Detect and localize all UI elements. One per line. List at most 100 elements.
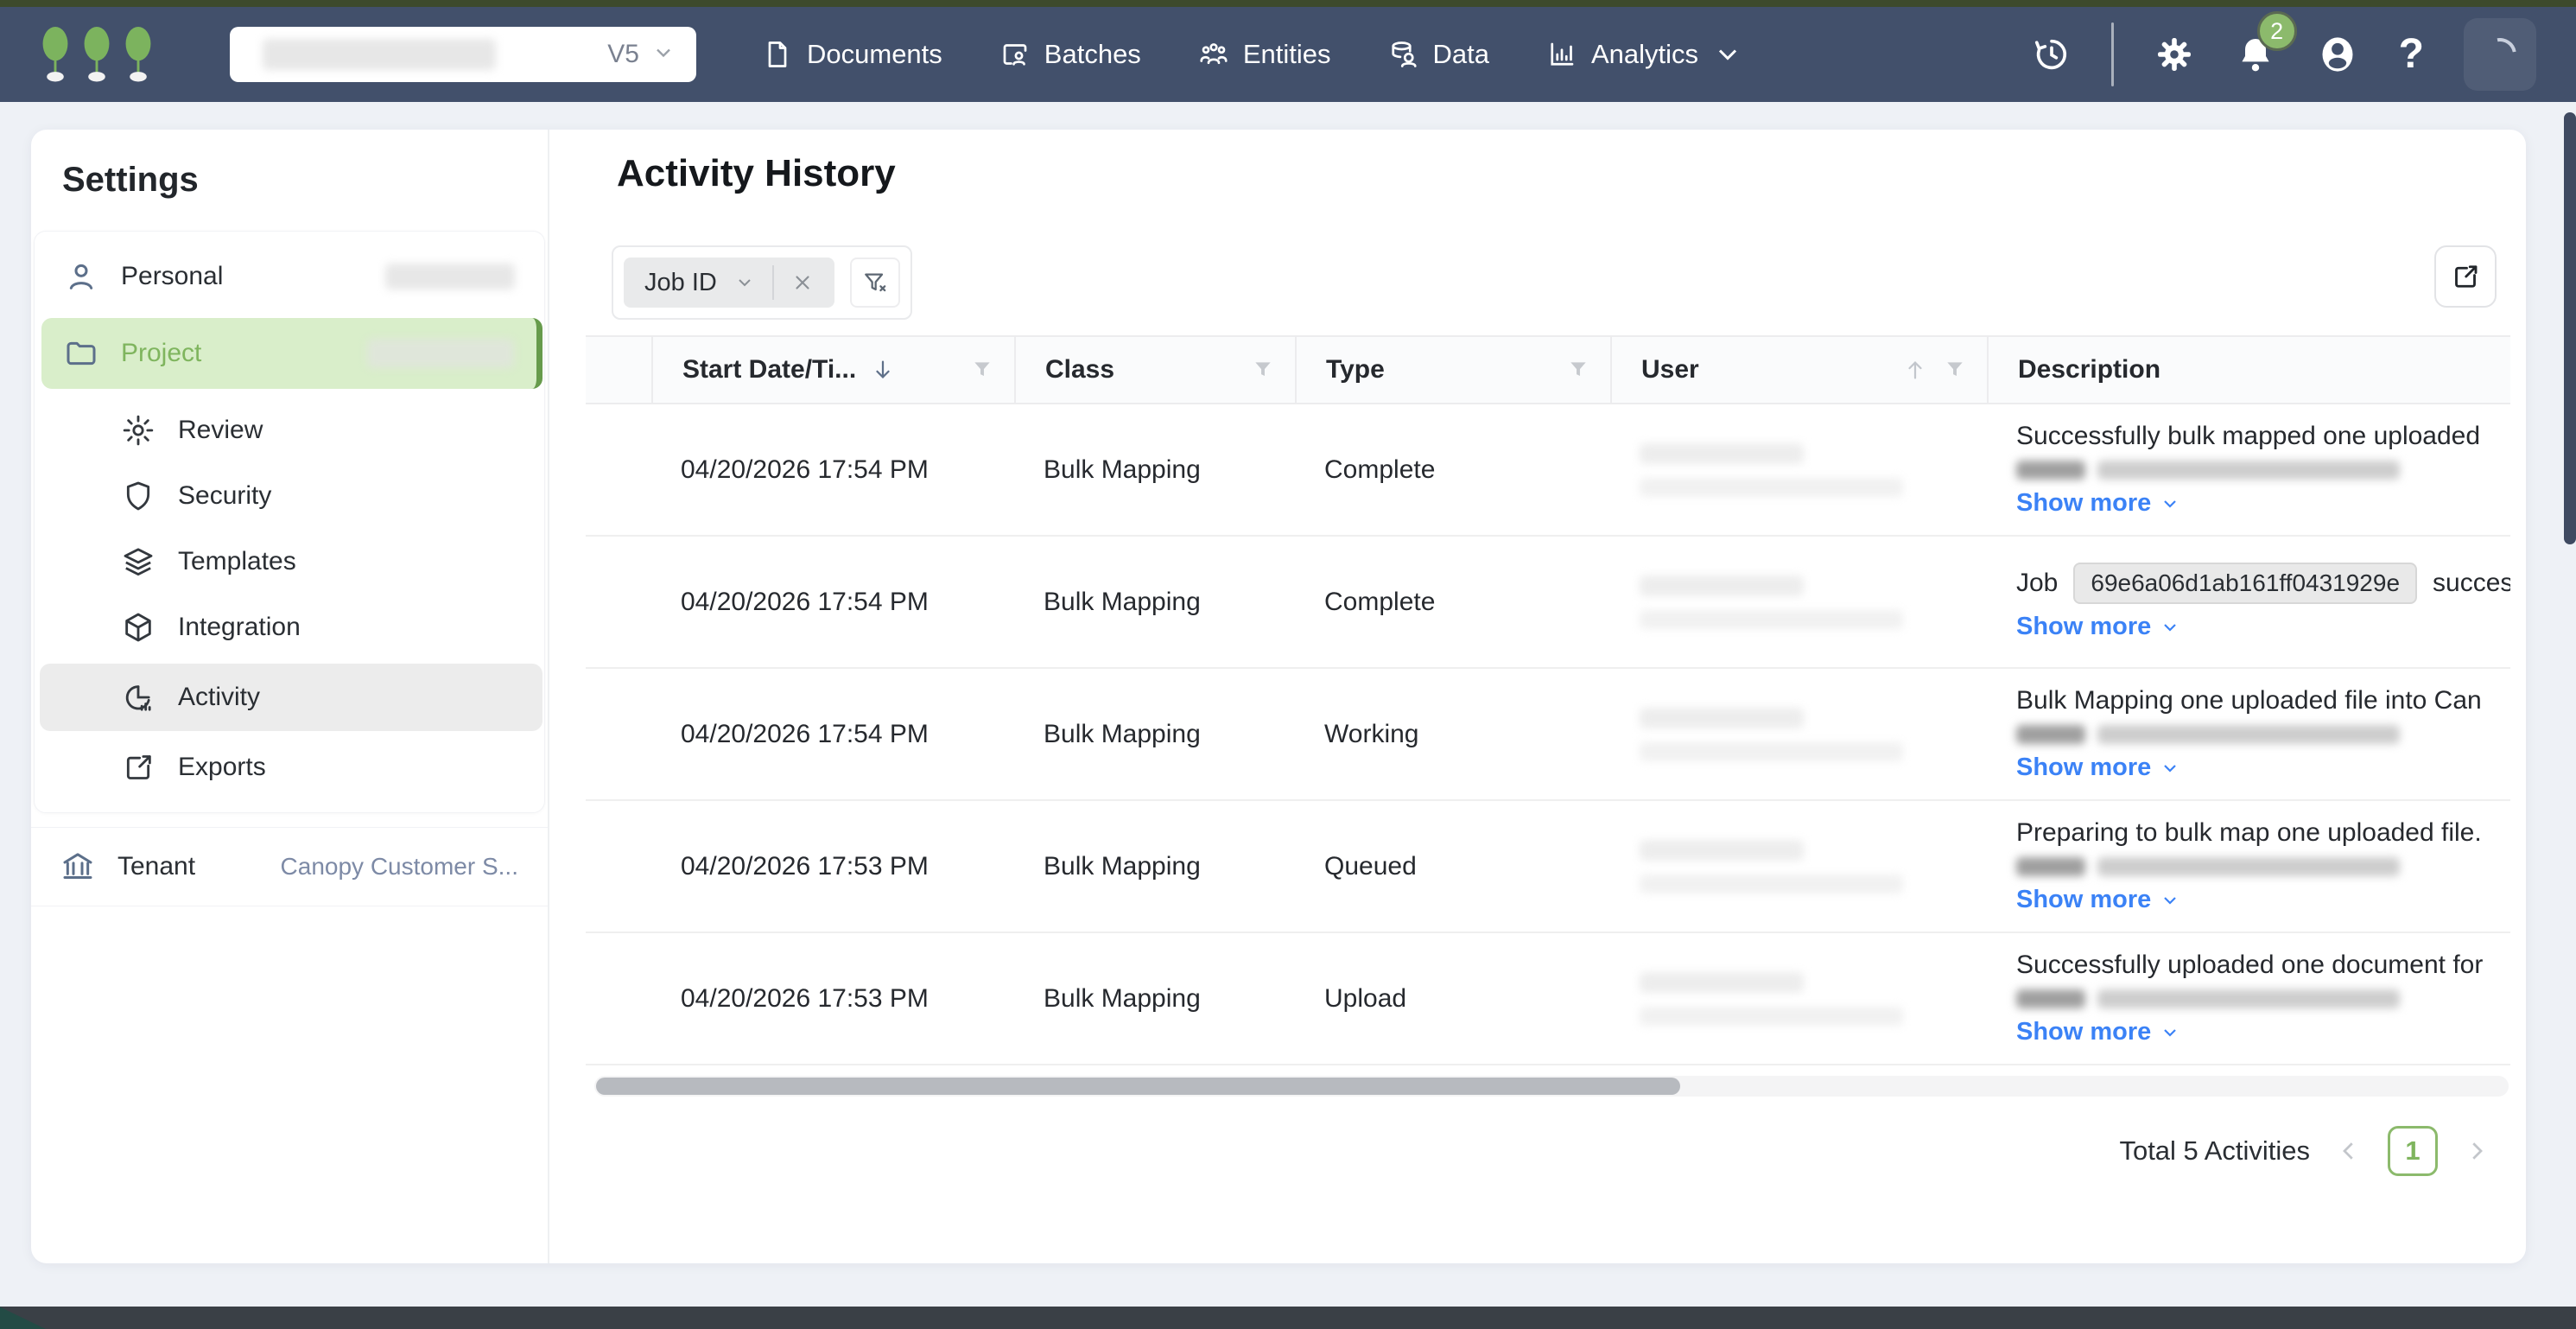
active-filters: Job ID [612,245,912,320]
sidebar-item-security[interactable]: Security [35,463,544,529]
header-type[interactable]: Type [1295,337,1610,403]
cell-class: Bulk Mapping [1044,455,1201,484]
filter-field-label: Job ID [644,268,717,296]
top-navbar: V5 Documents Batches Entities Data Analy… [0,7,2576,102]
header-indent [586,337,651,403]
person-icon [69,264,93,289]
filter-funnel-icon[interactable] [1944,359,1966,381]
cube-icon [125,613,151,642]
filter-funnel-icon[interactable] [1567,359,1589,381]
cell-start-date: 04/20/2026 17:53 PM [681,983,929,1013]
cell-type: Queued [1324,851,1417,881]
gear-icon[interactable] [2154,34,2195,75]
account-icon[interactable] [2316,33,2359,76]
cell-user [1610,707,1987,761]
export-icon [126,755,151,779]
bank-icon [63,853,92,879]
horizontal-scrollbar[interactable] [594,1076,2509,1097]
clear-filters-button[interactable] [849,258,900,308]
analytics-icon [1551,42,1574,66]
cell-user [1610,839,1987,893]
page-number-button[interactable]: 1 [2388,1126,2438,1176]
filter-clear-icon [865,273,886,292]
toolbar: Job ID [586,245,2510,320]
notification-badge: 2 [2256,11,2297,51]
next-page-button[interactable] [2464,1138,2490,1164]
cell-description: Preparing to bulk map one uploaded file.… [1987,818,2510,914]
history-icon[interactable] [2032,35,2072,74]
sidebar-item-label: Tenant [117,852,196,881]
cell-description: Bulk Mapping one uploaded file into Can … [1987,686,2510,782]
show-more-link[interactable]: Show more [2016,613,2510,641]
chevron-down-icon [1718,49,1737,60]
table-row: 04/20/2026 17:53 PM Bulk Mapping Queued … [586,801,2510,933]
batches-icon [1003,44,1027,66]
redacted-detail-label [2016,725,2085,744]
column-label: Start Date/Ti... [682,355,857,384]
chevron-down-icon [2164,1028,2177,1037]
header-description[interactable]: Description [1987,337,2510,403]
help-icon[interactable]: ? [2399,34,2424,75]
page-scrollbar-thumb[interactable] [2564,112,2576,544]
pagination: Total 5 Activities 1 [586,1126,2510,1176]
export-activities-button[interactable] [2434,245,2497,308]
close-icon[interactable] [791,271,814,294]
sidebar-item-activity[interactable]: Activity [40,664,542,731]
chevron-down-icon [2164,764,2177,773]
sidebar-item-templates[interactable]: Templates [35,529,544,595]
canopy-logo[interactable] [40,26,154,83]
filter-chip-job-id[interactable]: Job ID [624,258,834,308]
previous-page-button[interactable] [2336,1138,2362,1164]
table-row: 04/20/2026 17:54 PM Bulk Mapping Complet… [586,404,2510,537]
show-more-link[interactable]: Show more [2016,886,2510,914]
sidebar-item-review[interactable]: Review [35,397,544,463]
notifications-button[interactable]: 2 [2235,11,2297,75]
job-id-chip: 69e6a06d1ab161ff0431929e [2073,563,2418,604]
cell-class: Bulk Mapping [1044,983,1201,1013]
sidebar-item-integration[interactable]: Integration [35,595,544,660]
loading-tile[interactable] [2464,18,2536,91]
show-more-link[interactable]: Show more [2016,754,2510,782]
nav-label: Documents [807,39,942,69]
redacted-detail-value [2097,461,2400,480]
cell-type: Upload [1324,983,1407,1013]
description-text: Preparing to bulk map one uploaded file. [2016,818,2482,847]
sidebar-item-exports[interactable]: Exports [35,734,544,800]
redacted-detail-value [2097,989,2400,1008]
sidebar-group-tenant: Tenant Canopy Customer S... [31,827,548,906]
chevron-down-icon [651,41,676,69]
show-more-link[interactable]: Show more [2016,489,2510,518]
column-label: Class [1045,355,1115,384]
cell-description: Job69e6a06d1ab161ff0431929esuccessfu Sho… [1987,563,2510,641]
layers-icon [124,548,153,576]
header-start-date[interactable]: Start Date/Ti... [651,337,1014,403]
nav-label: Analytics [1590,39,1699,69]
nav-analytics[interactable]: Analytics [1546,39,1743,70]
tenant-name: Canopy Customer S... [280,853,518,880]
cell-type: Complete [1324,455,1436,484]
filter-funnel-icon[interactable] [971,359,993,381]
sidebar-group-main: Personal Project Review Security Templat… [34,231,545,813]
sidebar-item-tenant[interactable]: Tenant Canopy Customer S... [31,828,548,906]
sort-desc-icon[interactable] [870,357,896,383]
sidebar-item-project[interactable]: Project [41,318,542,389]
nav-entities[interactable]: Entities [1198,39,1330,70]
project-selector[interactable]: V5 [230,27,696,82]
chevron-down-icon[interactable] [734,272,755,293]
sidebar-item-personal[interactable]: Personal [35,244,544,309]
nav-batches[interactable]: Batches [999,39,1141,70]
scrollbar-thumb[interactable] [596,1078,1680,1095]
header-class[interactable]: Class [1014,337,1295,403]
column-label: Description [2018,355,2161,384]
export-icon [2455,265,2478,288]
table-row: 04/20/2026 17:53 PM Bulk Mapping Upload … [586,933,2510,1065]
window-bottom-strip [0,1307,2576,1329]
nav-data[interactable]: Data [1387,39,1489,70]
header-user[interactable]: User [1610,337,1987,403]
sort-asc-icon[interactable] [1902,357,1928,383]
filter-funnel-icon[interactable] [1252,359,1274,381]
redacted-detail-label [2016,857,2085,876]
navbar-divider [2110,22,2114,86]
nav-documents[interactable]: Documents [762,39,942,70]
show-more-link[interactable]: Show more [2016,1018,2510,1046]
